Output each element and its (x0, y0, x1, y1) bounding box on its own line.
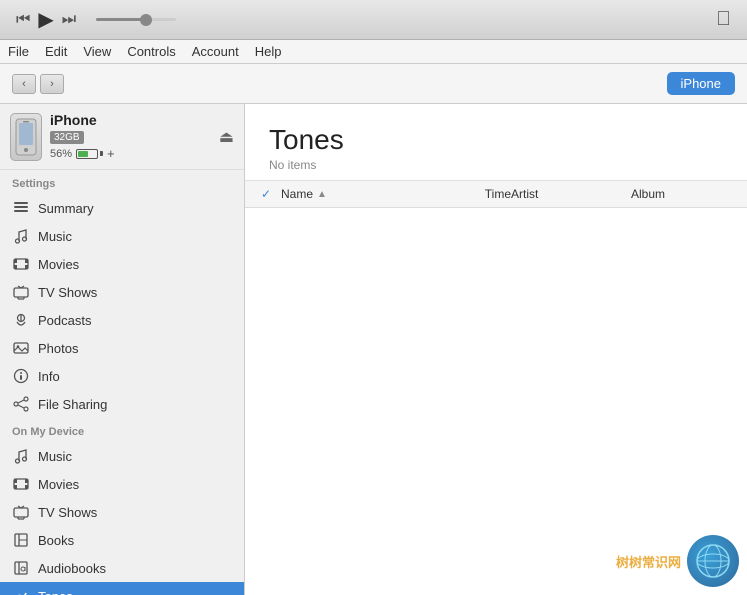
menu-account[interactable]: Account (192, 44, 239, 59)
name-header-label: Name (281, 187, 313, 201)
books-icon (12, 531, 30, 549)
content-title: Tones (269, 124, 723, 156)
menu-help[interactable]: Help (255, 44, 282, 59)
nav-arrows: ‹ › (12, 74, 64, 94)
sidebar-item-tvshows-device[interactable]: TV Shows (0, 498, 244, 526)
tvshows-label: TV Shows (38, 285, 97, 300)
battery-tip (100, 151, 103, 156)
table-header: ✓ Name ▲ Time Artist Album (245, 181, 747, 208)
battery-body (76, 149, 98, 159)
tones-icon (12, 587, 30, 595)
photos-icon (12, 339, 30, 357)
music-device-icon (12, 447, 30, 465)
music-label: Music (38, 229, 72, 244)
eject-button[interactable]: ⏏ (219, 127, 234, 147)
sidebar-item-audiobooks[interactable]: Audiobooks (0, 554, 244, 582)
col-check: ✓ (261, 187, 281, 201)
battery-icon (76, 149, 103, 159)
forward-button[interactable]: › (40, 74, 64, 94)
charging-icon: + (107, 146, 115, 161)
tvshows-device-icon (12, 503, 30, 521)
battery-percentage: 56% (50, 148, 72, 160)
menu-bar: File Edit View Controls Account Help (0, 40, 747, 64)
photos-label: Photos (38, 341, 78, 356)
device-header: iPhone 32GB 56% + ⏏ (0, 104, 244, 170)
sidebar-item-tvshows[interactable]: TV Shows (0, 278, 244, 306)
movies-icon (12, 255, 30, 273)
device-icon (10, 113, 42, 161)
volume-slider[interactable] (96, 18, 176, 21)
play-button[interactable]: ▶ (38, 7, 53, 32)
sidebar-item-filesharing[interactable]: File Sharing (0, 390, 244, 418)
menu-file[interactable]: File (8, 44, 29, 59)
slider-track (96, 18, 176, 21)
menu-controls[interactable]: Controls (127, 44, 175, 59)
sidebar-item-music[interactable]: Music (0, 222, 244, 250)
transport-controls: ⏮ ▶ ⏭ (16, 7, 176, 32)
filesharing-icon (12, 395, 30, 413)
sidebar-item-tones[interactable]: Tones (0, 582, 244, 595)
prev-button[interactable]: ⏮ (16, 11, 30, 29)
nav-bar: ‹ › iPhone (0, 64, 747, 104)
podcasts-label: Podcasts (38, 313, 91, 328)
tvshows-device-label: TV Shows (38, 505, 97, 520)
col-time-header[interactable]: Time (451, 187, 511, 201)
movies-device-icon (12, 475, 30, 493)
menu-edit[interactable]: Edit (45, 44, 67, 59)
onmydevice-section-label: On My Device (0, 418, 244, 442)
title-bar: ⏮ ▶ ⏭  (0, 0, 747, 40)
summary-icon (12, 199, 30, 217)
podcasts-icon (12, 311, 30, 329)
sidebar: iPhone 32GB 56% + ⏏ Settings (0, 104, 245, 595)
settings-section-label: Settings (0, 170, 244, 194)
sidebar-item-movies-device[interactable]: Movies (0, 470, 244, 498)
summary-label: Summary (38, 201, 94, 216)
watermark: 树树常识网 (616, 535, 739, 587)
filesharing-label: File Sharing (38, 397, 107, 412)
sidebar-item-movies[interactable]: Movies (0, 250, 244, 278)
audiobooks-label: Audiobooks (38, 561, 106, 576)
sidebar-item-books[interactable]: Books (0, 526, 244, 554)
sidebar-item-music-device[interactable]: Music (0, 442, 244, 470)
content-area: Tones No items ✓ Name ▲ Time Artist Albu… (245, 104, 747, 595)
device-info: iPhone 32GB 56% + (50, 112, 211, 161)
info-icon (12, 367, 30, 385)
music-device-label: Music (38, 449, 72, 464)
battery-fill (78, 151, 88, 157)
movies-label: Movies (38, 257, 79, 272)
books-label: Books (38, 533, 74, 548)
col-album-header[interactable]: Album (631, 187, 731, 201)
sidebar-item-summary[interactable]: Summary (0, 194, 244, 222)
device-storage: 32GB (50, 131, 84, 144)
sort-arrow: ▲ (317, 189, 327, 200)
content-table: ✓ Name ▲ Time Artist Album (245, 180, 747, 595)
sidebar-item-info[interactable]: Info (0, 362, 244, 390)
tones-label: Tones (38, 589, 73, 595)
iphone-device-button[interactable]: iPhone (667, 72, 735, 95)
slider-thumb (140, 14, 152, 26)
info-label: Info (38, 369, 60, 384)
sidebar-item-podcasts[interactable]: Podcasts (0, 306, 244, 334)
col-name-header[interactable]: Name ▲ (281, 187, 451, 201)
audiobooks-icon (12, 559, 30, 577)
watermark-logo (687, 535, 739, 587)
content-subtitle: No items (269, 158, 723, 172)
col-artist-header[interactable]: Artist (511, 187, 631, 201)
watermark-text: 树树常识网 (616, 552, 681, 571)
back-button[interactable]: ‹ (12, 74, 36, 94)
menu-view[interactable]: View (83, 44, 111, 59)
content-header: Tones No items (245, 104, 747, 180)
battery-row: 56% + (50, 146, 211, 161)
tvshows-icon (12, 283, 30, 301)
movies-device-label: Movies (38, 477, 79, 492)
sidebar-item-photos[interactable]: Photos (0, 334, 244, 362)
device-name: iPhone (50, 112, 211, 128)
music-icon (12, 227, 30, 245)
apple-logo:  (716, 8, 731, 31)
next-button[interactable]: ⏭ (62, 11, 76, 29)
main-layout: iPhone 32GB 56% + ⏏ Settings (0, 104, 747, 595)
